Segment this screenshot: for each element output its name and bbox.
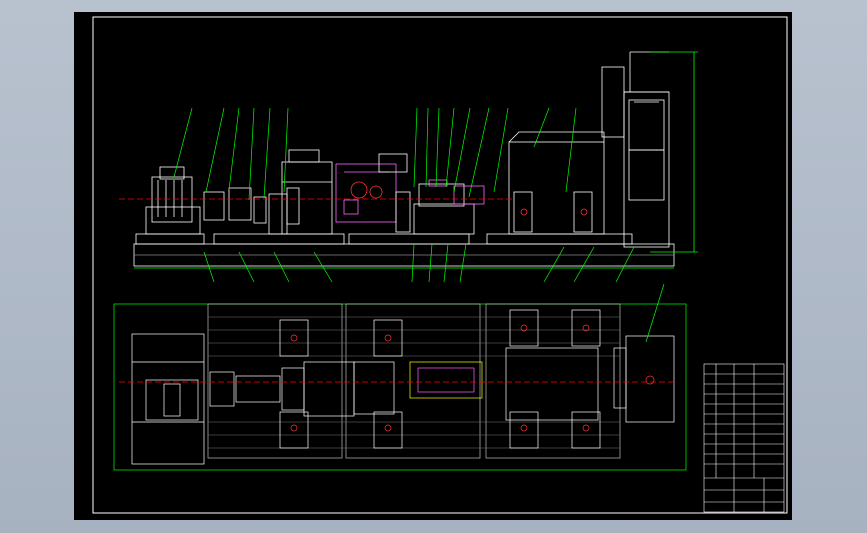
motor-plan — [145, 379, 199, 421]
cad-viewport — [0, 0, 867, 533]
top-plan-view — [113, 283, 687, 471]
pedestal-2 — [213, 233, 345, 245]
title-block — [703, 363, 785, 513]
pedestal-4 — [486, 233, 633, 245]
gearbox — [281, 161, 333, 235]
drawing-canvas — [92, 16, 788, 514]
coupling-1 — [203, 191, 225, 221]
brake-plan — [303, 361, 355, 417]
front-elevation-view — [119, 51, 698, 269]
torque-sensor — [418, 183, 465, 207]
bearing-seat — [268, 193, 288, 235]
drawing-sheet — [74, 12, 792, 520]
highlighted-sensor — [409, 361, 483, 399]
test-specimen-housing — [508, 141, 605, 235]
pedestal-3 — [348, 233, 470, 245]
loading-frame — [623, 91, 670, 248]
pedestal-1 — [135, 233, 205, 245]
sheet-border — [92, 16, 788, 514]
part-leaders-front — [173, 107, 635, 283]
specimen-plan — [505, 347, 599, 421]
